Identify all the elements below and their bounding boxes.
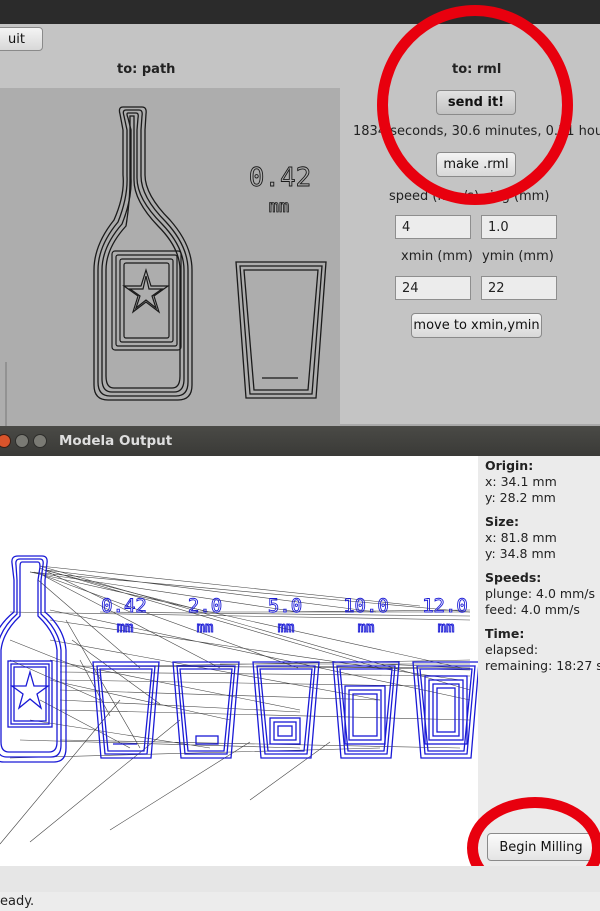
size-y: y: 34.8 mm bbox=[485, 546, 556, 561]
to-path-header: to: path bbox=[117, 62, 176, 77]
unit-label-3: mm bbox=[358, 620, 375, 636]
ymin-label: ymin (mm) bbox=[482, 249, 554, 264]
status-bar: eady. bbox=[0, 892, 600, 911]
bottle-outline bbox=[93, 106, 193, 401]
path-preview-panel: 0.42 mm bbox=[0, 88, 340, 426]
maximize-icon[interactable] bbox=[33, 434, 47, 448]
status-text: eady. bbox=[0, 894, 35, 909]
modela-output-titlebar: Modela Output bbox=[0, 426, 600, 456]
ymin-input[interactable] bbox=[481, 276, 557, 300]
size-label-2: 5.0 bbox=[268, 595, 302, 617]
output-footer bbox=[0, 866, 600, 892]
unit-label-0: mm bbox=[117, 620, 134, 636]
feed-speed: feed: 4.0 mm/s bbox=[485, 602, 580, 617]
origin-header: Origin: bbox=[485, 458, 534, 473]
time-remaining: remaining: 18:27 s bbox=[485, 658, 600, 673]
annotation-circle-send bbox=[377, 5, 573, 205]
speeds-header: Speeds: bbox=[485, 570, 542, 585]
size-label-4: 12.0 bbox=[422, 595, 468, 617]
unit-label-1: mm bbox=[197, 620, 214, 636]
time-header: Time: bbox=[485, 626, 525, 641]
xmin-label: xmin (mm) bbox=[401, 249, 473, 264]
time-elapsed: elapsed: bbox=[485, 642, 539, 657]
size-label-3: 10.0 bbox=[343, 595, 389, 617]
preview-size-text: 0.42 bbox=[249, 163, 312, 193]
close-icon[interactable] bbox=[0, 434, 11, 448]
label-rectangle bbox=[111, 250, 182, 351]
toolpath-bottle bbox=[0, 555, 67, 763]
toolpath-canvas: 0.42 2.0 5.0 10.0 12.0 mm mm mm mm mm bbox=[0, 456, 478, 866]
preview-unit-text: mm bbox=[269, 197, 289, 217]
unit-label-4: mm bbox=[438, 620, 455, 636]
quit-button[interactable]: uit bbox=[0, 27, 43, 51]
origin-x: x: 34.1 mm bbox=[485, 474, 557, 489]
origin-y: y: 28.2 mm bbox=[485, 490, 556, 505]
xmin-input[interactable] bbox=[395, 276, 471, 300]
size-header: Size: bbox=[485, 514, 520, 529]
window-title: Modela Output bbox=[59, 433, 173, 449]
jog-input[interactable] bbox=[481, 215, 557, 239]
size-label-1: 2.0 bbox=[188, 595, 222, 617]
path-preview-drawing: 0.42 mm bbox=[5, 106, 327, 426]
glass-outline bbox=[235, 261, 327, 399]
size-label-0: 0.42 bbox=[101, 595, 147, 617]
minimize-icon[interactable] bbox=[15, 434, 29, 448]
plunge-speed: plunge: 4.0 mm/s bbox=[485, 586, 595, 601]
toolpath-drawing: 0.42 2.0 5.0 10.0 12.0 mm mm mm mm mm bbox=[0, 555, 478, 845]
unit-label-2: mm bbox=[278, 620, 295, 636]
move-to-xmin-ymin-button[interactable]: move to xmin,ymin bbox=[411, 313, 542, 338]
speed-input[interactable] bbox=[395, 215, 471, 239]
size-x: x: 81.8 mm bbox=[485, 530, 557, 545]
